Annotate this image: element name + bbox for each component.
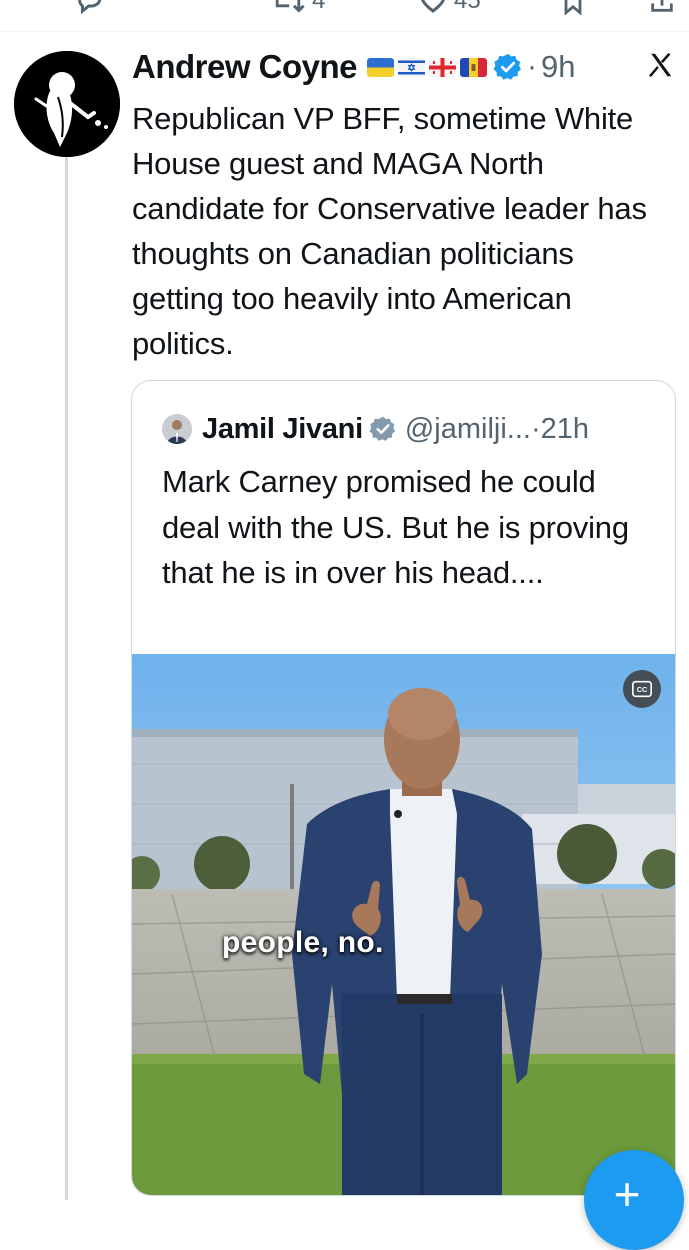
quote-separator-dot: ·: [530, 412, 541, 445]
reply-icon: [78, 0, 102, 15]
video-caption: people, no.: [222, 926, 384, 959]
compose-button[interactable]: +: [584, 1150, 684, 1250]
verified-badge-icon: [493, 52, 523, 82]
tweet-timestamp[interactable]: 9h: [541, 49, 575, 85]
video-frame: [132, 654, 675, 1195]
quote-header: Jamil Jivani @jamilji... · 21h: [162, 407, 589, 451]
quote-author-handle[interactable]: @jamilji...: [405, 413, 531, 446]
tweet-text: Republican VP BFF, sometime White House …: [132, 101, 647, 361]
reply-count: 4: [312, 0, 326, 14]
bookmark-action[interactable]: [559, 0, 587, 16]
quote-author-name[interactable]: Jamil Jivani: [202, 413, 363, 446]
separator-dot: ·: [527, 50, 538, 83]
like-count: 45: [454, 0, 481, 14]
ukraine-flag-icon: [367, 57, 395, 77]
flag-emojis: [367, 57, 488, 77]
quote-text: Mark Carney promised he could deal with …: [162, 464, 629, 590]
israel-flag-icon: [398, 57, 426, 77]
share-action[interactable]: [648, 0, 676, 16]
quote-timestamp[interactable]: 21h: [541, 413, 589, 446]
compose-plus-icon: +: [613, 1168, 641, 1220]
avatar-silhouette-icon: [14, 51, 120, 157]
reply-action[interactable]: [75, 0, 105, 16]
retweet-action[interactable]: 4: [270, 0, 325, 16]
georgia-flag-icon: [429, 57, 457, 77]
divider: [0, 31, 689, 32]
author-name[interactable]: Andrew Coyne: [132, 48, 358, 86]
x-logo-icon: [645, 50, 677, 82]
share-icon: [651, 0, 673, 12]
thread-line: [65, 156, 68, 1200]
author-avatar[interactable]: [14, 51, 120, 157]
quote-verified-badge-icon: [369, 415, 397, 443]
retweet-icon: [275, 0, 305, 13]
bookmark-icon: [564, 0, 582, 16]
quote-tweet-card[interactable]: Jamil Jivani @jamilji... · 21h Mark Carn…: [131, 380, 676, 1196]
quote-author-avatar[interactable]: [162, 414, 192, 444]
closed-captions-button[interactable]: CC: [623, 670, 661, 708]
like-action[interactable]: 45: [418, 0, 481, 16]
tweet-action-bar: 4 45: [0, 0, 689, 22]
tweet-header: Andrew Coyne · 9h: [132, 44, 677, 90]
closed-captions-icon: CC: [632, 680, 652, 698]
quote-video[interactable]: CC people, no.: [132, 654, 675, 1195]
moldova-flag-icon: [460, 57, 488, 77]
svg-text:CC: CC: [637, 685, 648, 694]
heart-icon: [421, 0, 445, 13]
